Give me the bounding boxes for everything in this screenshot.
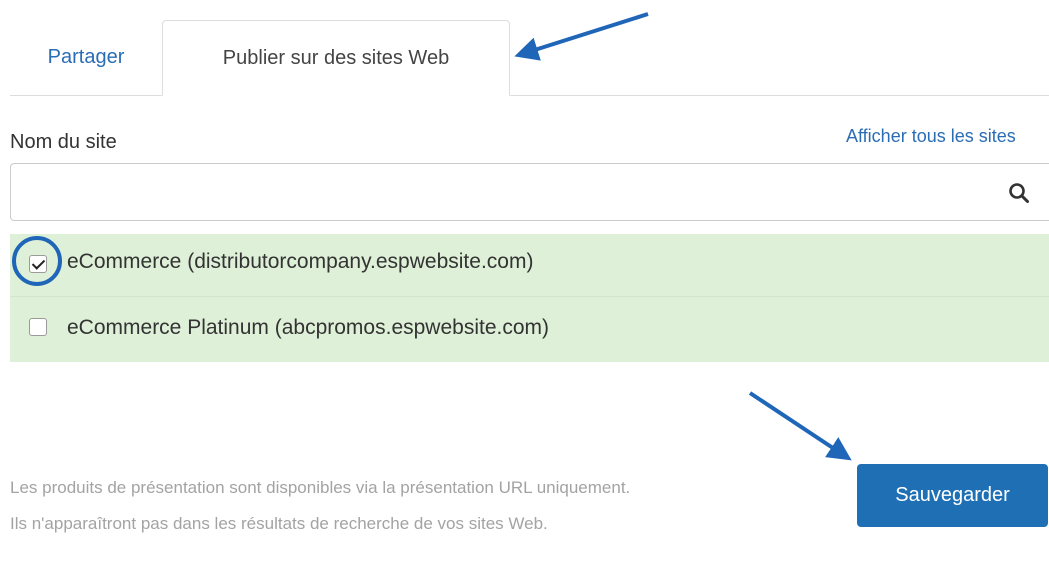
- site-label: eCommerce Platinum (abcpromos.espwebsite…: [67, 316, 550, 339]
- tab-partager[interactable]: Partager: [10, 20, 162, 95]
- annotation-circle: [12, 236, 62, 286]
- site-list: eCommerce (distributorcompany.espwebsite…: [10, 234, 1049, 362]
- site-checkbox[interactable]: [29, 318, 47, 336]
- show-all-sites-link[interactable]: Afficher tous les sites: [846, 126, 1016, 147]
- tab-publier-sur-des-sites-web[interactable]: Publier sur des sites Web: [162, 20, 510, 96]
- site-label: eCommerce (distributorcompany.espwebsite…: [67, 250, 534, 273]
- info-line-1: Les produits de présentation sont dispon…: [10, 478, 631, 497]
- annotation-arrow-save: [748, 391, 852, 461]
- save-button[interactable]: Sauvegarder: [857, 464, 1048, 527]
- list-item[interactable]: eCommerce (distributorcompany.espwebsite…: [10, 234, 1049, 297]
- list-item[interactable]: eCommerce Platinum (abcpromos.espwebsite…: [10, 297, 1049, 360]
- search-icon[interactable]: [1008, 182, 1030, 204]
- site-name-label: Nom du site: [10, 131, 117, 153]
- info-line-2: Ils n'apparaîtront pas dans les résultat…: [10, 514, 548, 533]
- site-search-input[interactable]: [10, 163, 1049, 221]
- info-text: Les produits de présentation sont dispon…: [10, 470, 740, 542]
